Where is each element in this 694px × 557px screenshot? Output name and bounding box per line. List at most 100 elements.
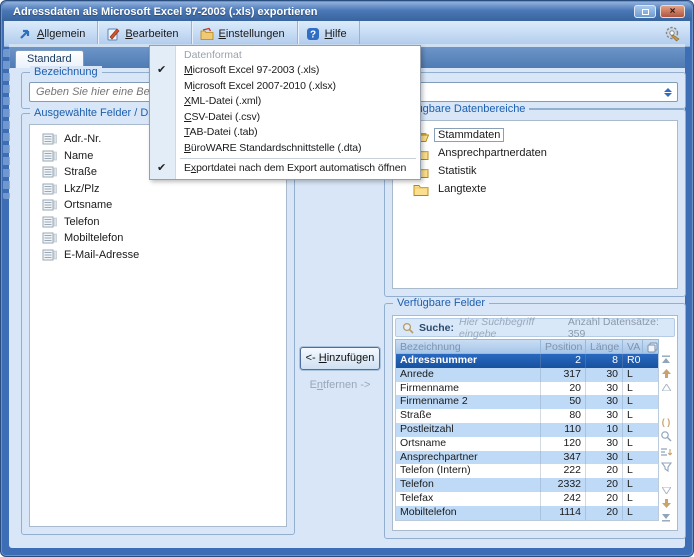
menu-item-auto-open[interactable]: ✔ Exportdatei nach dem Export automatisc… (150, 161, 420, 177)
table-row[interactable]: Ansprechpartner 347 30 L (396, 451, 658, 465)
titlebar[interactable]: Adressdaten als Microsoft Excel 97-2003 … (2, 2, 692, 21)
cell-va: L (622, 437, 658, 451)
available-fields-box: Suche: Hier Suchbegriff eingebe Anzahl D… (392, 315, 678, 531)
cell-position: 110 (540, 423, 585, 437)
menu-bearbeiten[interactable]: Bearbeiten (98, 21, 191, 46)
table-row[interactable]: Mobiltelefon 1114 20 L (396, 506, 658, 520)
table-row[interactable]: Ortsname 120 30 L (396, 437, 658, 451)
window-title: Adressdaten als Microsoft Excel 97-2003 … (13, 6, 317, 18)
add-button[interactable]: <- Hinzufügen (300, 347, 380, 370)
page-up-icon[interactable] (662, 383, 671, 393)
remove-button-disabled[interactable]: Entfernen -> (300, 379, 380, 391)
cell-laenge: 20 (585, 492, 622, 506)
table-row[interactable]: Telefon (Intern) 222 20 L (396, 464, 658, 478)
table-row[interactable]: Adressnummer 2 8 R0 (396, 354, 658, 368)
data-areas-treebox[interactable]: ▷ Stammdaten ▷ (392, 120, 678, 289)
table-row[interactable]: Firmenname 20 30 L (396, 382, 658, 396)
search-icon (402, 322, 414, 334)
folder-closed-icon (413, 183, 429, 196)
menu-item-label: CSV-Datei (.csv) (184, 111, 260, 123)
maximize-button[interactable] (634, 5, 656, 18)
cell-laenge: 30 (585, 395, 622, 409)
menu-item[interactable]: ✔ TAB-Datei (.tab) (150, 125, 420, 141)
field-icon (42, 249, 57, 261)
selected-field-item[interactable]: Mobiltelefon (42, 230, 286, 247)
menu-allgemein[interactable]: Allgemein (10, 21, 98, 46)
table-row[interactable]: Straße 80 30 L (396, 409, 658, 423)
checkmark-icon: ✔ (157, 63, 166, 79)
selected-field-item[interactable]: E-Mail-Adresse (42, 247, 286, 264)
checkmark-icon: ✔ (157, 161, 166, 177)
cell-position: 347 (540, 451, 585, 465)
selected-field-label: Lkz/Plz (64, 183, 99, 195)
col-va[interactable]: VA (622, 340, 642, 353)
menu-item[interactable]: ✔ CSV-Datei (.csv) (150, 110, 420, 126)
zoom-search-icon[interactable] (660, 430, 672, 444)
col-position[interactable]: Position (540, 340, 585, 353)
selected-field-label: Straße (64, 166, 97, 178)
svg-text:?: ? (310, 29, 316, 40)
filter-icon[interactable] (661, 462, 672, 474)
tree-item-label: Ansprechpartnerdaten (434, 146, 551, 160)
col-bezeichnung[interactable]: Bezeichnung (396, 340, 540, 353)
selected-field-item[interactable]: Ortsname (42, 197, 286, 214)
search-bar[interactable]: Suche: Hier Suchbegriff eingebe Anzahl D… (395, 318, 675, 337)
menu-hilfe[interactable]: ? Hilfe (298, 21, 360, 46)
sort-icon[interactable] (660, 447, 672, 459)
selected-field-item[interactable]: Lkz/Plz (42, 181, 286, 198)
fields-table: Bezeichnung Position Länge VA Adressnumm… (395, 339, 659, 521)
table-side-toolbar: ( ) (657, 339, 675, 524)
cell-laenge: 20 (585, 506, 622, 520)
menu-item-label: Microsoft Excel 97-2003 (.xls) (184, 64, 319, 76)
menu-item[interactable]: ✔ XML-Datei (.xml) (150, 94, 420, 110)
table-row[interactable]: Telefax 242 20 L (396, 492, 658, 506)
fields-table-header[interactable]: Bezeichnung Position Länge VA (395, 339, 659, 354)
menu-item[interactable]: ✔ Microsoft Excel 97-2003 (.xls) (150, 63, 420, 79)
tree-item[interactable]: ▷ Ansprechpartnerdaten (399, 144, 677, 162)
tree-item[interactable]: ▷ Stammdaten (399, 126, 677, 144)
tree-item[interactable]: ▷ Statistik (399, 162, 677, 180)
table-row[interactable]: Firmenname 2 50 30 L (396, 395, 658, 409)
menu-einstellungen[interactable]: Einstellungen (192, 21, 298, 46)
brackets-icon[interactable]: ( ) (662, 417, 671, 427)
col-laenge[interactable]: Länge (585, 340, 622, 353)
bezeichnung-group-label: Bezeichnung (30, 66, 102, 79)
menu-allgemein-label: Allgemein (37, 28, 85, 40)
field-icon (42, 183, 57, 195)
selected-field-label: Ortsname (64, 199, 112, 211)
available-fields-group: Verfügbare Felder Suche: Hier Suchbegrif… (384, 303, 686, 539)
menu-hilfe-label: Hilfe (325, 28, 347, 40)
combobox-spinner-icon[interactable] (661, 85, 675, 99)
search-placeholder[interactable]: Hier Suchbegriff eingebe (459, 316, 563, 340)
copy-columns-icon[interactable] (642, 340, 658, 353)
scroll-top-icon[interactable] (661, 355, 671, 366)
field-icon (42, 232, 57, 244)
move-up-icon[interactable] (662, 369, 671, 380)
table-row[interactable]: Postleitzahl 110 10 L (396, 423, 658, 437)
format-menu-items: ✔ Microsoft Excel 97-2003 (.xls) ✔ Micro… (150, 63, 420, 156)
gear-icon[interactable] (663, 24, 682, 43)
selected-fields-listbox[interactable]: Adr.-Nr. Name (29, 124, 287, 527)
menu-item[interactable]: ✔ Microsoft Excel 2007-2010 (.xlsx) (150, 79, 420, 95)
field-icon (42, 166, 57, 178)
cell-laenge: 30 (585, 382, 622, 396)
cell-laenge: 10 (585, 423, 622, 437)
selected-field-item[interactable]: Telefon (42, 214, 286, 231)
scroll-bottom-icon[interactable] (661, 513, 671, 524)
move-down-icon[interactable] (662, 499, 671, 510)
table-row[interactable]: Anrede 317 30 L (396, 368, 658, 382)
menu-item-label: Microsoft Excel 2007-2010 (.xlsx) (184, 80, 336, 92)
menu-einstellungen-label: Einstellungen (219, 28, 285, 40)
cell-bezeichnung: Anrede (396, 368, 540, 382)
table-row[interactable]: Telefon 2332 20 L (396, 478, 658, 492)
menu-item[interactable]: ✔ BüroWARE Standardschnittstelle (.dta) (150, 141, 420, 157)
menubar: Allgemein Bearbeiten Einstellungen ? Hil… (4, 21, 690, 47)
menu-item-auto-open-label: Exportdatei nach dem Export automatisch … (184, 162, 406, 174)
cell-va: R0 (622, 354, 658, 368)
selected-field-label: Telefon (64, 216, 99, 228)
cell-position: 120 (540, 437, 585, 451)
cell-va: L (622, 395, 658, 409)
tree-item[interactable]: ▷ Langtexte (399, 180, 677, 198)
page-down-icon[interactable] (662, 486, 671, 496)
close-button[interactable]: × (660, 5, 685, 18)
